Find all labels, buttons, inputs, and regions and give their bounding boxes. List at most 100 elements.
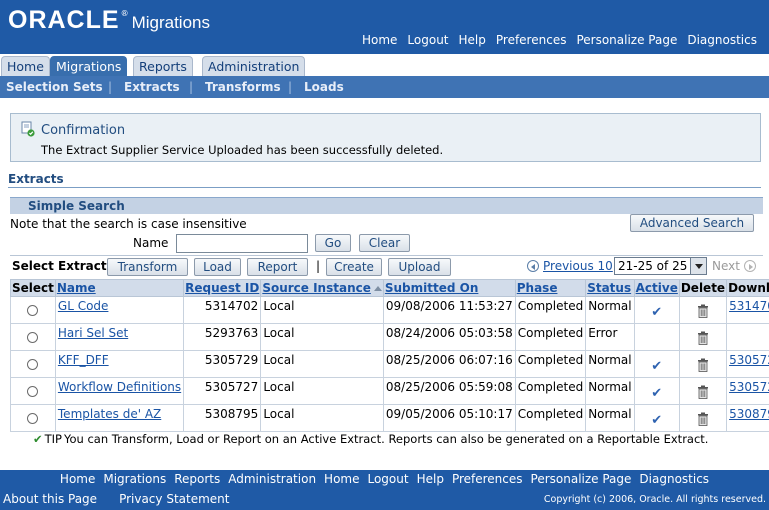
subnav-transforms[interactable]: Transforms <box>205 80 281 94</box>
download-link[interactable]: 5308795.zip <box>729 407 769 421</box>
global-link-diagnostics[interactable]: Diagnostics <box>687 33 757 47</box>
delete-cell <box>678 404 728 432</box>
advanced-search-button[interactable]: Advanced Search <box>630 214 754 232</box>
footer-link-home[interactable]: Home <box>60 472 95 486</box>
upload-button[interactable]: Upload <box>388 258 451 276</box>
row-radio-button[interactable] <box>27 332 39 343</box>
footer-link-migrations[interactable]: Migrations <box>103 472 166 486</box>
trash-icon[interactable] <box>697 304 709 318</box>
trash-icon[interactable] <box>697 331 709 345</box>
request-id-cell: 5308795 <box>183 404 262 432</box>
report-button[interactable]: Report <box>247 258 308 276</box>
transform-button[interactable]: Transform <box>107 258 188 276</box>
extract-name-link[interactable]: Hari Sel Set <box>58 326 128 340</box>
subnav-extracts[interactable]: Extracts <box>124 80 180 94</box>
download-cell: 5314702.zip <box>726 296 769 324</box>
subnav-loads[interactable]: Loads <box>304 80 344 94</box>
simple-search-header: Simple Search <box>10 197 763 214</box>
trash-icon[interactable] <box>697 412 709 426</box>
row-radio-button[interactable] <box>27 305 39 316</box>
next-page-link: Next <box>712 259 756 273</box>
footer-link-personalize[interactable]: Personalize Page <box>531 472 632 486</box>
row-radio-button[interactable] <box>27 413 39 424</box>
about-page-link[interactable]: About this Page <box>3 492 97 506</box>
download-link[interactable]: 5314702.zip <box>729 299 769 313</box>
tab-administration[interactable]: Administration <box>202 56 306 76</box>
status-cell: Normal <box>585 404 635 432</box>
name-search-input[interactable] <box>176 234 308 253</box>
tip-message: ✔ TIP You can Transform, Load or Report … <box>33 432 708 446</box>
footer-link-administration[interactable]: Administration <box>228 472 316 486</box>
footer-links: Home Migrations Reports Administration H… <box>0 472 769 486</box>
global-link-home[interactable]: Home <box>362 33 397 47</box>
active-check-icon: ✔ <box>651 413 663 428</box>
request-id-cell: 5305729 <box>183 350 262 378</box>
tab-migrations[interactable]: Migrations <box>50 56 128 76</box>
confirmation-title: Confirmation <box>41 123 126 138</box>
global-links: Home Logout Help Preferences Personalize… <box>362 33 757 47</box>
column-header-active[interactable]: Active <box>633 279 680 297</box>
name-cell: KFF_DFF <box>54 350 185 378</box>
previous-page-link[interactable]: Previous 10 <box>527 259 613 273</box>
column-header-delete: Delete <box>678 279 728 297</box>
extract-name-link[interactable]: GL Code <box>58 299 109 313</box>
delete-cell <box>678 377 728 405</box>
download-link[interactable]: 5305727.zip <box>729 380 769 394</box>
column-header-source-instance[interactable]: Source Instance <box>260 279 384 297</box>
confirmation-box: Confirmation The Extract Supplier Servic… <box>10 113 761 162</box>
tip-label: TIP <box>44 432 62 446</box>
footer-link-reports[interactable]: Reports <box>174 472 220 486</box>
tab-home[interactable]: Home <box>1 56 50 76</box>
download-cell: 5308795.zip <box>726 404 769 432</box>
page-range-select[interactable]: 21-25 of 25 <box>614 257 707 275</box>
previous-page-label[interactable]: Previous 10 <box>543 259 613 273</box>
footer-link-preferences[interactable]: Preferences <box>452 472 523 486</box>
clear-button[interactable]: Clear <box>359 234 410 252</box>
privacy-statement-link[interactable]: Privacy Statement <box>119 492 229 506</box>
global-link-logout[interactable]: Logout <box>407 33 448 47</box>
status-cell: Normal <box>585 296 635 324</box>
extract-name-link[interactable]: Templates de' AZ <box>58 407 161 421</box>
go-button[interactable]: Go <box>315 234 351 252</box>
phase-cell: Completed <box>514 404 587 432</box>
active-cell: ✔ <box>633 296 680 324</box>
global-link-help[interactable]: Help <box>459 33 486 47</box>
column-header-select: Select <box>10 279 56 297</box>
product-name: Migrations <box>131 13 210 32</box>
column-header-status[interactable]: Status <box>585 279 635 297</box>
trash-icon[interactable] <box>697 358 709 372</box>
request-id-cell: 5293763 <box>183 323 262 351</box>
subnav-selection-sets[interactable]: Selection Sets <box>6 80 103 94</box>
footer-link-diagnostics[interactable]: Diagnostics <box>639 472 709 486</box>
footer-link-logout[interactable]: Logout <box>367 472 408 486</box>
trash-icon[interactable] <box>697 385 709 399</box>
registered-mark-icon: ® <box>120 9 129 18</box>
download-link[interactable]: 5305729.zip <box>729 353 769 367</box>
load-button[interactable]: Load <box>194 258 241 276</box>
table-row: Workflow Definitions 5305727 Local 08/25… <box>10 377 769 405</box>
tab-reports[interactable]: Reports <box>133 56 193 76</box>
extract-name-link[interactable]: Workflow Definitions <box>58 380 181 394</box>
source-instance-label[interactable]: Source Instance <box>262 281 371 295</box>
submitted-on-cell: 08/25/2006 05:59:08 <box>382 377 516 405</box>
status-cell: Normal <box>585 350 635 378</box>
column-header-submitted-on[interactable]: Submitted On <box>382 279 516 297</box>
status-cell: Error <box>585 323 635 351</box>
footer-link-help[interactable]: Help <box>417 472 444 486</box>
global-link-personalize[interactable]: Personalize Page <box>576 33 677 47</box>
global-link-preferences[interactable]: Preferences <box>496 33 567 47</box>
column-header-name[interactable]: Name <box>54 279 185 297</box>
copyright-text: Copyright (c) 2006, Oracle. All rights r… <box>543 494 766 505</box>
column-header-phase[interactable]: Phase <box>514 279 587 297</box>
subnav-separator: | <box>108 80 113 94</box>
next-arrow-icon <box>743 260 756 272</box>
submitted-on-cell: 08/25/2006 06:07:16 <box>382 350 516 378</box>
row-radio-button[interactable] <box>27 359 39 370</box>
dropdown-arrow-icon[interactable] <box>690 258 706 274</box>
footer-link-home-2[interactable]: Home <box>324 472 359 486</box>
row-radio-button[interactable] <box>27 386 39 397</box>
column-header-request-id[interactable]: Request ID <box>183 279 262 297</box>
create-button[interactable]: Create <box>326 258 382 276</box>
extract-name-link[interactable]: KFF_DFF <box>58 353 109 367</box>
download-cell <box>726 323 769 351</box>
